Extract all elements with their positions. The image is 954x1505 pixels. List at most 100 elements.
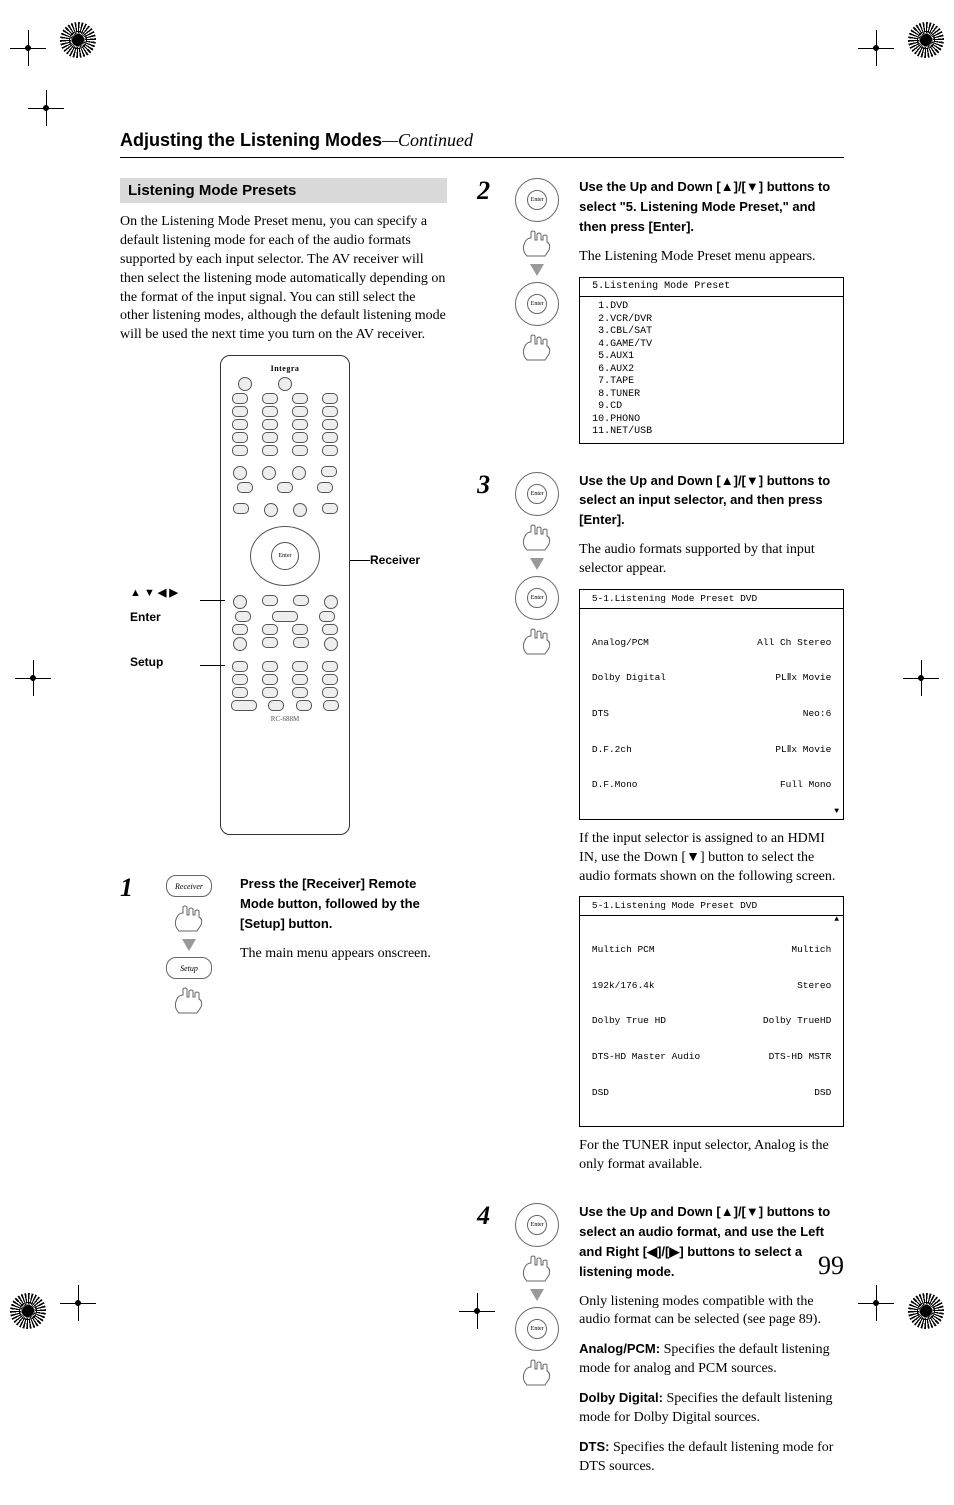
- step-number: 4: [477, 1203, 495, 1487]
- enter-center: Enter: [527, 1319, 547, 1339]
- page-header: Adjusting the Listening Modes—Continued: [120, 130, 844, 158]
- right-column: 2 Enter Enter: [477, 178, 844, 1505]
- registration-mark: [908, 1293, 944, 1329]
- remote-control-illustration: Integra Enter: [220, 355, 350, 835]
- osd-cell: Multich: [791, 944, 837, 956]
- setup-button-icon: Setup: [166, 957, 212, 979]
- crop-mark: [858, 1285, 894, 1321]
- callout-arrows-enter: ▲ ▼ ◀ ▶: [130, 585, 210, 600]
- registration-mark: [10, 1293, 46, 1329]
- osd-preset-dvd-2: 5-1.Listening Mode Preset DVD Multich PC…: [579, 896, 844, 1127]
- t: ]/[: [734, 473, 746, 488]
- label: Dolby Digital:: [579, 1390, 663, 1405]
- osd-cell: 192k/176.4k: [586, 980, 654, 992]
- step3-body1: The audio formats supported by that inpu…: [579, 541, 844, 579]
- crop-mark: [15, 660, 51, 696]
- enter-center: Enter: [527, 294, 547, 314]
- label: Analog/PCM:: [579, 1341, 660, 1356]
- step-number: 3: [477, 472, 495, 1185]
- osd-cell: PLⅡx Movie: [775, 672, 837, 684]
- page: Adjusting the Listening Modes—Continued …: [0, 0, 954, 1351]
- t: Use the Up and Down [: [579, 179, 721, 194]
- step4-analogpcm: Analog/PCM: Specifies the default listen…: [579, 1340, 844, 1379]
- osd-cell: Dolby True HD: [586, 1015, 666, 1027]
- step4-icons: Enter Enter: [507, 1203, 567, 1487]
- crop-mark: [858, 30, 894, 66]
- hand-press-icon: [517, 332, 557, 362]
- label: DTS:: [579, 1439, 609, 1454]
- osd-cell: D.F.Mono: [586, 779, 637, 791]
- hand-press-icon: [517, 1253, 557, 1283]
- scroll-up-icon: ▲: [834, 915, 839, 925]
- enter-ring-icon: Enter: [515, 1203, 559, 1247]
- callout-line: [200, 665, 225, 666]
- enter-center: Enter: [527, 1215, 547, 1235]
- step-4: 4 Enter Enter: [477, 1203, 844, 1487]
- arrow-down-icon: [182, 939, 196, 951]
- osd-cell: DSD: [586, 1087, 609, 1099]
- osd-cell: Stereo: [797, 980, 837, 992]
- osd-body: Analog/PCMAll Ch Stereo Dolby DigitalPLⅡ…: [580, 609, 843, 819]
- osd-cell: All Ch Stereo: [757, 637, 837, 649]
- hand-press-icon: [517, 626, 557, 656]
- step-2: 2 Enter Enter: [477, 178, 844, 454]
- callout-enter: Enter: [130, 610, 161, 624]
- callout-setup: Setup: [130, 655, 163, 669]
- arrow-down-icon: [530, 558, 544, 570]
- t: ]/[: [734, 179, 746, 194]
- step4-dolby: Dolby Digital: Specifies the default lis…: [579, 1389, 844, 1428]
- crop-mark: [903, 660, 939, 696]
- osd-title: 5.Listening Mode Preset: [580, 278, 843, 298]
- osd-title: 5-1.Listening Mode Preset DVD: [580, 897, 843, 916]
- step2-icons: Enter Enter: [507, 178, 567, 454]
- remote-model: RC-688M: [225, 715, 345, 723]
- osd-cell: Neo:6: [803, 708, 837, 720]
- hand-press-icon: [169, 985, 209, 1015]
- osd-body: 1.DVD 2.VCR/DVR 3.CBL/SAT 4.GAME/TV 5.AU…: [580, 297, 843, 443]
- arrow-down-icon: [530, 1289, 544, 1301]
- crop-mark: [60, 1285, 96, 1321]
- crop-mark: [28, 90, 64, 126]
- step1-instruction: Press the [Receiver] Remote Mode button,…: [240, 875, 447, 935]
- step3-instruction: Use the Up and Down [▲]/[▼] buttons to s…: [579, 472, 844, 532]
- hand-press-icon: [169, 903, 209, 933]
- osd-cell: DTS-HD MSTR: [769, 1051, 837, 1063]
- crop-mark: [459, 1293, 495, 1329]
- step1-body: The main menu appears onscreen.: [240, 945, 447, 964]
- desc: Specifies the default listening mode for…: [579, 1440, 833, 1474]
- callout-line: [200, 600, 225, 601]
- step-number: 1: [120, 875, 138, 1015]
- hand-press-icon: [517, 522, 557, 552]
- callout-line: [350, 560, 370, 561]
- enter-center: Enter: [527, 588, 547, 608]
- step3-body2: If the input selector is assigned to an …: [579, 830, 844, 887]
- callout-receiver: Receiver: [370, 553, 420, 567]
- enter-ring-icon: Enter: [515, 472, 559, 516]
- step4-dts: DTS: Specifies the default listening mod…: [579, 1438, 844, 1477]
- left-column: Listening Mode Presets On the Listening …: [120, 178, 447, 1505]
- osd-listening-mode-preset-menu: 5.Listening Mode Preset 1.DVD 2.VCR/DVR …: [579, 277, 844, 444]
- receiver-button-icon: Receiver: [166, 875, 212, 897]
- t: Use the Up and Down [: [579, 473, 721, 488]
- t: ]/[: [734, 1204, 746, 1219]
- registration-mark: [60, 22, 96, 58]
- hand-press-icon: [517, 228, 557, 258]
- enter-ring-icon: Enter: [515, 576, 559, 620]
- t: Use the Up and Down [: [579, 1204, 721, 1219]
- hand-press-icon: [517, 1357, 557, 1387]
- step3-icons: Enter Enter: [507, 472, 567, 1185]
- t: ]/[: [657, 1244, 669, 1259]
- osd-cell: Dolby Digital: [586, 672, 666, 684]
- step3-body3: For the TUNER input selector, Analog is …: [579, 1137, 844, 1175]
- step1-bold: Press the [Receiver] Remote Mode button,…: [240, 876, 420, 931]
- step-1: 1 Receiver Setup Press the [Receiver] Re…: [120, 875, 447, 1015]
- osd-cell: PLⅡx Movie: [775, 744, 837, 756]
- header-title: Adjusting the Listening Modes: [120, 130, 382, 150]
- registration-mark: [908, 22, 944, 58]
- crop-mark: [10, 30, 46, 66]
- osd-cell: DTS-HD Master Audio: [586, 1051, 700, 1063]
- arrow-symbols: ▲ ▼ ◀ ▶: [130, 587, 178, 599]
- scroll-down-icon: ▼: [834, 807, 839, 817]
- osd-cell: Multich PCM: [586, 944, 654, 956]
- intro-paragraph: On the Listening Mode Preset menu, you c…: [120, 213, 447, 345]
